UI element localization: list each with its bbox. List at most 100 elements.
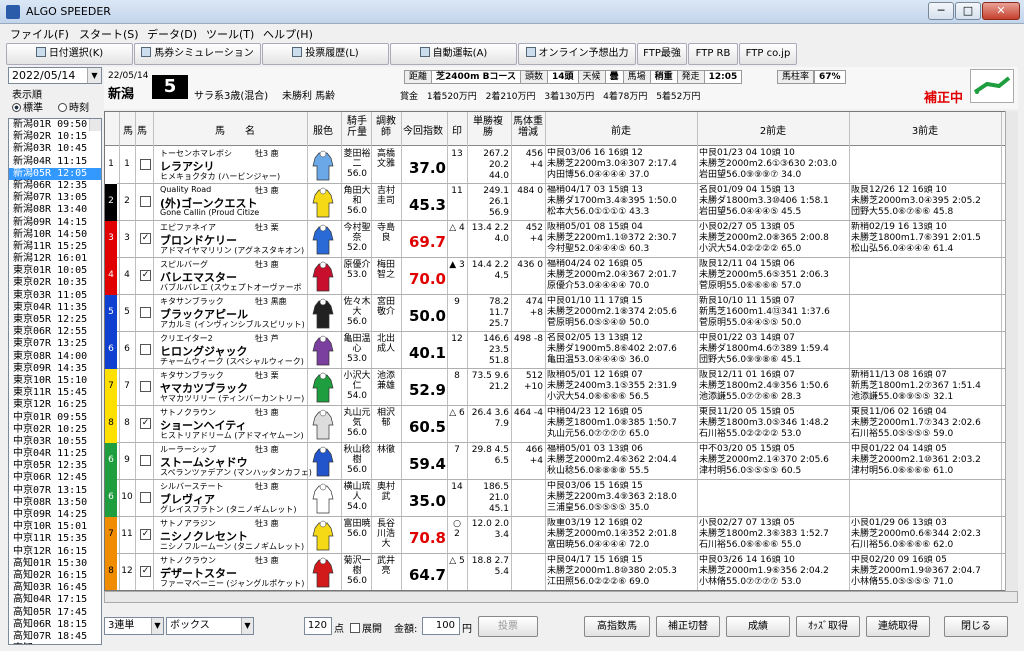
horse-row[interactable]: 3 3 ✓ エピファネイア ブロンドケリー アドマイヤマリリン (アグネスタキオ…	[105, 221, 1017, 258]
race-list-item[interactable]: 新潟08R 13:40	[9, 204, 101, 216]
race-list-item[interactable]: 中京11R 15:35	[9, 533, 101, 545]
race-list-item[interactable]: 東京12R 16:25	[9, 399, 101, 411]
race-list-item[interactable]: 東京03R 11:05	[9, 290, 101, 302]
race-list-item[interactable]: 中京02R 10:25	[9, 424, 101, 436]
select-checkbox[interactable]: ✓	[140, 233, 151, 244]
race-list-item[interactable]: 中京08R 13:50	[9, 497, 101, 509]
race-list-item[interactable]: 高知03R 16:45	[9, 582, 101, 594]
race-list-item[interactable]: 中京03R 10:55	[9, 436, 101, 448]
bet-method-select[interactable]: ボックス ▼	[166, 617, 254, 635]
race-list-item[interactable]: 東京07R 13:25	[9, 338, 101, 350]
race-list-item[interactable]: 東京01R 10:05	[9, 265, 101, 277]
horse-row[interactable]: 7 11 ✓ サトノアラジン ニシノクレセント ニシノフルームーン (タニノギム…	[105, 517, 1017, 554]
expand-checkbox[interactable]: 展開	[350, 620, 382, 635]
correction-toggle-button[interactable]: 補正切替	[656, 616, 720, 637]
select-checkbox[interactable]	[140, 344, 151, 355]
odds-get-button[interactable]: ｵｯｽﾞ取得	[796, 616, 860, 637]
select-checkbox[interactable]	[140, 196, 151, 207]
horse-row[interactable]: 6 10 シルバーステート ブレヴィア グレイスフラトン (タニノギムレット) …	[105, 480, 1017, 517]
race-list[interactable]: 新潟01R 09:50 新潟02R 10:15 新潟03R 10:45 新潟04R 1…	[8, 118, 102, 645]
close-window-button[interactable]: ✕	[982, 2, 1020, 20]
race-list-item[interactable]: 東京04R 11:35	[9, 302, 101, 314]
horse-row[interactable]: 6 6 クリエイター2 ヒロングジャック チャームウィーク (スペシャルウィーク…	[105, 332, 1017, 369]
select-checkbox[interactable]	[140, 381, 151, 392]
date-select-button[interactable]: 日付選択(K)	[6, 43, 133, 65]
radio-standard[interactable]: 標準	[12, 99, 43, 114]
race-list-item[interactable]: 高知07R 18:45	[9, 631, 101, 643]
ftp-co-button[interactable]: FTP co.jp	[739, 43, 797, 65]
race-list-item[interactable]: 東京02R 10:35	[9, 277, 101, 289]
race-list-item[interactable]: 高知05R 17:45	[9, 607, 101, 619]
online-forecast-button[interactable]: オンライン予想出力	[518, 43, 636, 65]
maximize-button[interactable]: □	[955, 2, 981, 20]
race-list-item[interactable]: 新潟03R 10:45	[9, 143, 101, 155]
date-picker[interactable]: 2022/05/14 ▼	[8, 67, 102, 84]
race-list-item[interactable]: 高知02R 16:15	[9, 570, 101, 582]
menu-file[interactable]: ファイル(F)	[10, 26, 69, 42]
race-list-item[interactable]: 東京10R 15:10	[9, 375, 101, 387]
race-list-scrollbar[interactable]	[89, 119, 101, 132]
results-button[interactable]: 成績	[726, 616, 790, 637]
menu-help[interactable]: ヘルプ(H)	[263, 26, 313, 42]
grid-horizontal-scrollbar[interactable]	[104, 591, 1018, 603]
race-list-item[interactable]: 中京04R 11:25	[9, 448, 101, 460]
race-list-item[interactable]: 新潟01R 09:50	[9, 119, 101, 131]
select-checkbox[interactable]	[140, 159, 151, 170]
race-list-item[interactable]: 中京09R 14:25	[9, 509, 101, 521]
minimize-button[interactable]: ─	[928, 2, 954, 20]
radio-time[interactable]: 時刻	[58, 99, 89, 114]
race-list-item[interactable]: 中京06R 12:45	[9, 472, 101, 484]
amount-field[interactable]: 100	[422, 617, 460, 635]
select-checkbox[interactable]: ✓	[140, 566, 151, 577]
menu-data[interactable]: データ(D)	[147, 26, 197, 42]
horse-row[interactable]: 5 5 キタサンブラック ブラックアピール アカルミ (インヴィンシブルスピリッ…	[105, 295, 1017, 332]
race-list-item[interactable]: 新潟02R 10:15	[9, 131, 101, 143]
horse-row[interactable]: 2 2 Quality Road (外)ゴーンクエスト Gone Callin …	[105, 184, 1017, 221]
horse-row[interactable]: 6 9 ルーラーシップ ストームシャドウ スペランツァデアン (マンハッタンカフ…	[105, 443, 1017, 480]
race-list-item[interactable]: 東京05R 12:25	[9, 314, 101, 326]
race-list-item[interactable]: 高知08R 19:20	[9, 643, 101, 644]
race-list-item[interactable]: 新潟10R 14:50	[9, 229, 101, 241]
select-checkbox[interactable]	[140, 307, 151, 318]
race-list-item[interactable]: 東京08R 14:00	[9, 351, 101, 363]
race-list-item[interactable]: 東京06R 12:55	[9, 326, 101, 338]
select-checkbox[interactable]: ✓	[140, 270, 151, 281]
select-checkbox[interactable]: ✓	[140, 529, 151, 540]
select-checkbox[interactable]: ✓	[140, 418, 151, 429]
race-list-item[interactable]: 高知06R 18:15	[9, 619, 101, 631]
grid-vertical-scrollbar[interactable]	[1005, 111, 1018, 591]
race-list-item[interactable]: 中京05R 12:35	[9, 460, 101, 472]
race-list-item[interactable]: 中京07R 13:15	[9, 485, 101, 497]
race-list-item[interactable]: 東京11R 15:45	[9, 387, 101, 399]
horse-row[interactable]: 4 4 ✓ スピルバーグ バレエマスター バブルバレエ (スウェプトオーヴァーボ…	[105, 258, 1017, 295]
race-list-item[interactable]: 新潟04R 11:15	[9, 156, 101, 168]
horse-row[interactable]: 1 1 トーセンホマレボシ レラアシリ ヒメキョクタカ (ハービンジャー) 牡3…	[105, 147, 1017, 184]
chevron-down-icon[interactable]: ▼	[87, 68, 101, 83]
race-list-item[interactable]: 東京09R 14:35	[9, 363, 101, 375]
ftp-rb-button[interactable]: FTP RB	[688, 43, 738, 65]
menu-start[interactable]: スタート(S)	[79, 26, 139, 42]
ftp-best-button[interactable]: FTP最強	[637, 43, 687, 65]
race-list-item[interactable]: 新潟06R 12:35	[9, 180, 101, 192]
race-list-item[interactable]: 中京10R 15:01	[9, 521, 101, 533]
race-list-item[interactable]: 新潟12R 16:01	[9, 253, 101, 265]
select-checkbox[interactable]	[140, 455, 151, 466]
menu-tools[interactable]: ツール(T)	[206, 26, 254, 42]
vote-history-button[interactable]: 投票履歴(L)	[262, 43, 389, 65]
select-checkbox[interactable]	[140, 492, 151, 503]
close-button[interactable]: 閉じる	[944, 616, 1008, 637]
race-list-item[interactable]: 新潟07R 13:05	[9, 192, 101, 204]
betting-sim-button[interactable]: 馬券シミュレーション(B)	[134, 43, 261, 79]
continuous-get-button[interactable]: 連続取得	[866, 616, 930, 637]
bet-type-select[interactable]: 3連単 ▼	[104, 617, 164, 635]
race-list-item[interactable]: 新潟11R 15:25	[9, 241, 101, 253]
race-list-item[interactable]: 中京01R 09:55	[9, 412, 101, 424]
high-index-button[interactable]: 高指数馬	[584, 616, 650, 637]
race-list-item[interactable]: 新潟09R 14:15	[9, 217, 101, 229]
horse-row[interactable]: 8 8 ✓ サトノクラウン ショーンヘイティ ヒストリアドリーム (アドマイヤム…	[105, 406, 1017, 443]
horse-row[interactable]: 8 12 ✓ サトノクラウン デザートスター ファーマベーニー (ジャングルポケ…	[105, 554, 1017, 590]
race-list-item[interactable]: 新潟05R 12:05	[9, 167, 101, 180]
horse-row[interactable]: 7 7 キタサンブラック ヤマカツブラック ヤマカツリリー (ティンバーカントリ…	[105, 369, 1017, 406]
race-list-item[interactable]: 高知04R 17:15	[9, 594, 101, 606]
auto-run-button[interactable]: 自動運転(A)	[390, 43, 517, 65]
